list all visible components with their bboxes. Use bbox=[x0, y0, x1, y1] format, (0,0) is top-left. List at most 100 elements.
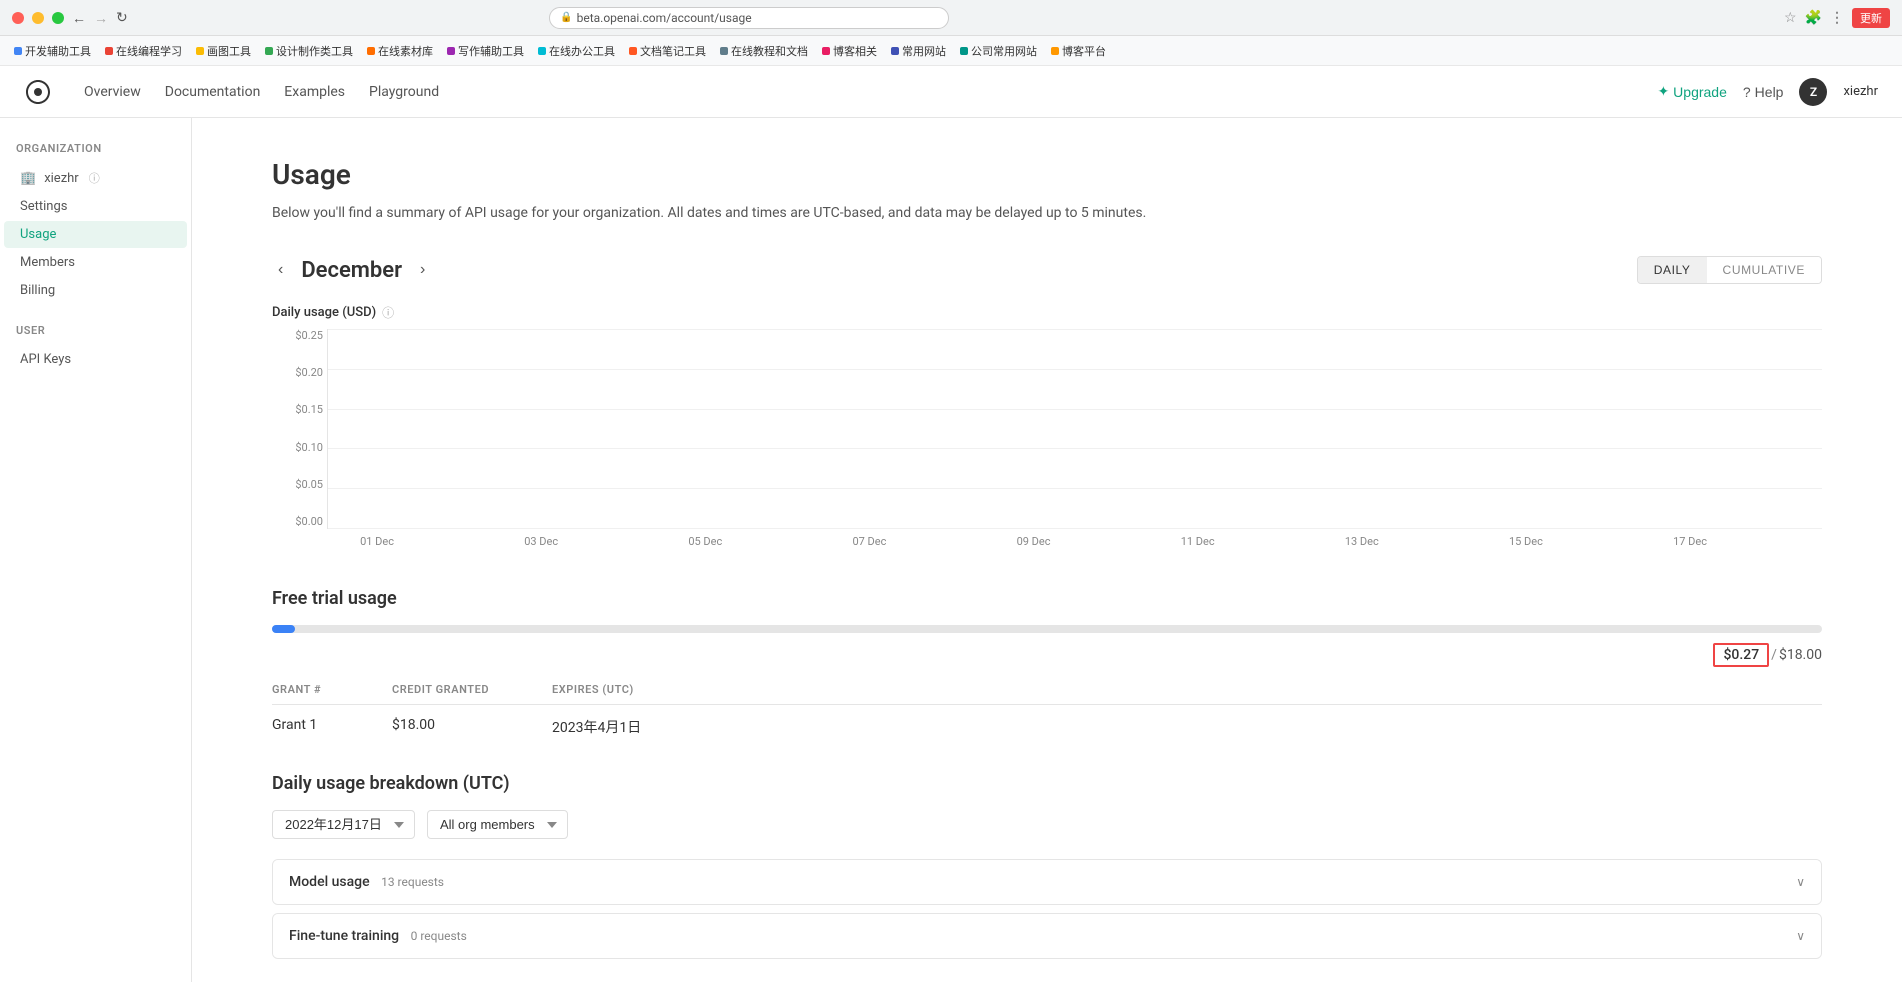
free-trial-section: Free trial usage $0.27 / $18.00 GRANT # … bbox=[272, 588, 1822, 741]
close-window-btn[interactable] bbox=[12, 12, 24, 24]
main-layout: ORGANIZATION 🏢 xiezhr ⓘ Settings Usage M… bbox=[0, 118, 1902, 982]
app-container: Overview Documentation Examples Playgrou… bbox=[0, 66, 1902, 982]
usage-bar-fill bbox=[272, 625, 295, 633]
usage-bar-container bbox=[272, 625, 1822, 633]
bookmark-icon bbox=[629, 47, 637, 55]
forward-btn[interactable]: → bbox=[94, 10, 108, 26]
cumulative-toggle-btn[interactable]: CUMULATIVE bbox=[1707, 257, 1821, 283]
page-title: Usage bbox=[272, 158, 1822, 191]
bookmark-icon bbox=[196, 47, 204, 55]
member-filter-select[interactable]: All org members bbox=[427, 810, 568, 839]
usage-current: $0.27 bbox=[1713, 643, 1769, 667]
bookmark-item[interactable]: 文档笔记工具 bbox=[623, 41, 712, 61]
openai-logo[interactable] bbox=[24, 78, 52, 106]
daily-toggle-btn[interactable]: DAILY bbox=[1638, 257, 1707, 283]
url-text: beta.openai.com/account/usage bbox=[577, 11, 752, 25]
nav-right: ✦ Upgrade ? Help Z xiezhr bbox=[1657, 78, 1878, 106]
user-section: USER API Keys bbox=[0, 324, 191, 373]
user-section-label: USER bbox=[0, 324, 191, 345]
update-btn[interactable]: 更新 bbox=[1852, 8, 1890, 28]
prev-month-btn[interactable]: ‹ bbox=[272, 259, 289, 281]
bookmark-item[interactable]: 在线办公工具 bbox=[532, 41, 621, 61]
bookmark-icon bbox=[14, 47, 22, 55]
usage-values: $0.27 / $18.00 bbox=[272, 643, 1822, 667]
model-usage-header[interactable]: Model usage 13 requests ∨ bbox=[273, 860, 1821, 904]
chart-section: ‹ December › DAILY CUMULATIVE Daily usag… bbox=[272, 256, 1822, 548]
usage-total: $18.00 bbox=[1779, 647, 1822, 663]
org-section-label: ORGANIZATION bbox=[0, 142, 191, 163]
grant-table-header: GRANT # CREDIT GRANTED EXPIRES (UTC) bbox=[272, 683, 1822, 696]
sidebar-item-settings[interactable]: Settings bbox=[4, 193, 187, 220]
grant-table: GRANT # CREDIT GRANTED EXPIRES (UTC) Gra… bbox=[272, 683, 1822, 741]
bookmark-item[interactable]: 在线编程学习 bbox=[99, 41, 188, 61]
help-button[interactable]: ? Help bbox=[1743, 84, 1784, 100]
nav-playground[interactable]: Playground bbox=[369, 84, 439, 100]
date-filter-select[interactable]: 2022年12月17日 bbox=[272, 810, 415, 839]
grant-col-header: GRANT # bbox=[272, 683, 392, 696]
chart-bars bbox=[328, 329, 1822, 528]
expires-col-header: EXPIRES (UTC) bbox=[552, 683, 752, 696]
bookmark-item[interactable]: 开发辅助工具 bbox=[8, 41, 97, 61]
upgrade-icon: ✦ bbox=[1657, 83, 1669, 100]
view-toggle: DAILY CUMULATIVE bbox=[1637, 256, 1822, 284]
bookmark-item[interactable]: 在线教程和文档 bbox=[714, 41, 814, 61]
extensions-icon[interactable]: 🧩 bbox=[1805, 10, 1822, 26]
sidebar-item-org[interactable]: 🏢 xiezhr ⓘ bbox=[4, 164, 187, 192]
nav-overview[interactable]: Overview bbox=[84, 84, 141, 100]
back-btn[interactable]: ← bbox=[72, 10, 86, 26]
sidebar-item-billing[interactable]: Billing bbox=[4, 277, 187, 304]
grant-number: Grant 1 bbox=[272, 717, 392, 737]
month-nav: ‹ December › bbox=[272, 258, 431, 283]
nav-examples[interactable]: Examples bbox=[284, 84, 345, 100]
finetune-chevron: ∨ bbox=[1796, 929, 1805, 943]
bookmark-icon bbox=[960, 47, 968, 55]
chart-header: ‹ December › DAILY CUMULATIVE bbox=[272, 256, 1822, 284]
nav-links: Overview Documentation Examples Playgrou… bbox=[84, 84, 439, 100]
breakdown-section: Daily usage breakdown (UTC) 2022年12月17日 … bbox=[272, 773, 1822, 959]
finetune-accordion: Fine-tune training 0 requests ∨ bbox=[272, 913, 1822, 959]
bookmark-item[interactable]: 画图工具 bbox=[190, 41, 257, 61]
sidebar-item-members[interactable]: Members bbox=[4, 249, 187, 276]
info-icon: ⓘ bbox=[89, 170, 100, 186]
bookmark-icon bbox=[891, 47, 899, 55]
sidebar-item-api-keys[interactable]: API Keys bbox=[4, 346, 187, 373]
bookmark-item[interactable]: 博客相关 bbox=[816, 41, 883, 61]
filter-row: 2022年12月17日 All org members bbox=[272, 810, 1822, 839]
help-circle-icon: ? bbox=[1743, 84, 1751, 100]
minimize-window-btn[interactable] bbox=[32, 12, 44, 24]
model-usage-title: Model usage bbox=[289, 874, 370, 890]
sidebar: ORGANIZATION 🏢 xiezhr ⓘ Settings Usage M… bbox=[0, 118, 192, 982]
upgrade-button[interactable]: ✦ Upgrade bbox=[1657, 83, 1726, 100]
address-bar[interactable]: 🔒 beta.openai.com/account/usage bbox=[549, 7, 949, 29]
grant-divider bbox=[272, 704, 1822, 705]
chart-y-axis: $0.25$0.20$0.15$0.10$0.05$0.00 bbox=[278, 329, 323, 528]
bookmark-item[interactable]: 在线素材库 bbox=[361, 41, 439, 61]
bookmark-item[interactable]: 设计制作类工具 bbox=[259, 41, 359, 61]
settings-label: Settings bbox=[20, 199, 67, 214]
sidebar-item-usage[interactable]: Usage bbox=[4, 221, 187, 248]
maximize-window-btn[interactable] bbox=[52, 12, 64, 24]
org-section: ORGANIZATION 🏢 xiezhr ⓘ Settings Usage M… bbox=[0, 142, 191, 304]
bookmark-icon bbox=[1051, 47, 1059, 55]
finetune-badge: 0 requests bbox=[411, 929, 467, 943]
bookmark-item[interactable]: 写作辅助工具 bbox=[441, 41, 530, 61]
bookmark-icon[interactable]: ☆ bbox=[1784, 10, 1797, 26]
finetune-title-group: Fine-tune training 0 requests bbox=[289, 928, 467, 944]
nav-documentation[interactable]: Documentation bbox=[165, 84, 261, 100]
grant-row: Grant 1 $18.00 2023年4月1日 bbox=[272, 713, 1822, 741]
chart-wrapper: $0.25$0.20$0.15$0.10$0.05$0.00 01 Dec03 … bbox=[272, 329, 1822, 548]
reload-btn[interactable]: ↻ bbox=[116, 9, 128, 26]
month-title: December bbox=[301, 258, 402, 283]
avatar[interactable]: Z bbox=[1799, 78, 1827, 106]
menu-icon[interactable]: ⋮ bbox=[1830, 10, 1844, 26]
bookmark-item[interactable]: 公司常用网站 bbox=[954, 41, 1043, 61]
bookmark-item[interactable]: 博客平台 bbox=[1045, 41, 1112, 61]
bookmark-icon bbox=[265, 47, 273, 55]
bookmark-icon bbox=[720, 47, 728, 55]
next-month-btn[interactable]: › bbox=[414, 259, 431, 281]
billing-label: Billing bbox=[20, 283, 55, 298]
bookmark-item[interactable]: 常用网站 bbox=[885, 41, 952, 61]
top-nav: Overview Documentation Examples Playgrou… bbox=[0, 66, 1902, 118]
finetune-header[interactable]: Fine-tune training 0 requests ∨ bbox=[273, 914, 1821, 958]
usage-separator: / bbox=[1769, 647, 1779, 663]
